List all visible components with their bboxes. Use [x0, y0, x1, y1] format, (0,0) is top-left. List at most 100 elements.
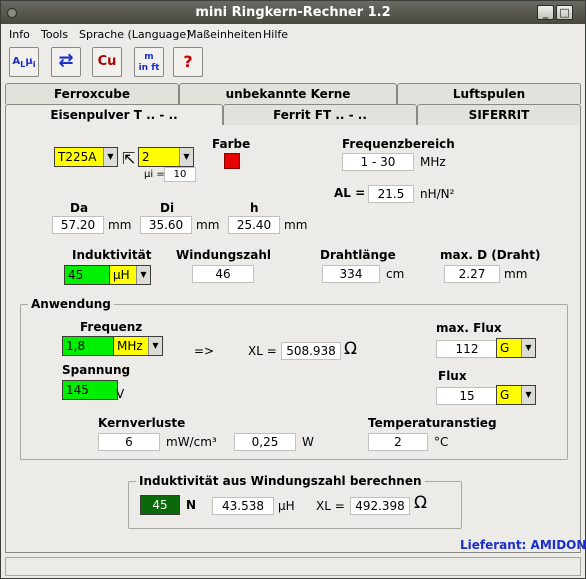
toolbar: ALμi ⇄ Cu m in ft ? [1, 45, 585, 79]
maximize-icon[interactable]: □ [556, 5, 573, 20]
status-bar [5, 557, 581, 576]
menu-hilfe[interactable]: Hilfe [263, 28, 288, 41]
tab-luftspulen[interactable]: Luftspulen [397, 83, 581, 104]
h-label: h [250, 201, 259, 215]
maxflux-unit: G [500, 341, 510, 355]
al-label: AL = [334, 186, 366, 200]
flux-value: 15 [436, 387, 498, 405]
help-icon: ? [183, 52, 193, 71]
copper-wire-button[interactable]: Cu [92, 47, 122, 77]
windungszahl-label: Windungszahl [176, 248, 272, 262]
maxflux-label: max. Flux [436, 321, 502, 335]
spannung-unit: V [116, 387, 125, 401]
material-value: 2 [142, 150, 150, 164]
tab-eisenpulver[interactable]: Eisenpulver T .. - .. [5, 104, 223, 125]
berechnen-l-value: 43.538 [212, 497, 274, 515]
window-title: mini Ringkern-Rechner 1.2 [195, 5, 391, 20]
menu-sprache[interactable]: Sprache (Language) [79, 28, 190, 41]
spannung-label: Spannung [62, 363, 131, 377]
color-swatch [224, 153, 240, 169]
ohm-symbol: Ω [344, 339, 357, 359]
watt-unit: W [302, 435, 314, 449]
berechnen-xl-label: XL = [316, 499, 345, 513]
maxd-label: max. D (Draht) [440, 248, 541, 262]
arrow-text: => [194, 344, 215, 358]
mu-label: µi = [144, 169, 165, 180]
minimize-icon[interactable]: _ [537, 5, 554, 20]
berechnen-l-unit: µH [278, 499, 295, 513]
menu-info[interactable]: Info [9, 28, 30, 41]
spannung-input[interactable]: 145 [62, 380, 118, 400]
frequenz-unit-select[interactable]: MHz ▼ [113, 336, 163, 356]
al-value: 21.5 [368, 185, 414, 203]
material-select[interactable]: 2 ▼ [138, 147, 194, 167]
di-value: 35.60 [140, 216, 192, 234]
induktivitaet-unit: µH [113, 268, 130, 282]
di-unit: mm [196, 218, 220, 232]
da-label: Da [70, 201, 89, 215]
tab-unbekannte-kerne[interactable]: unbekannte Kerne [179, 83, 397, 104]
freq-range-label: Frequenzbereich [342, 137, 455, 151]
tab-row-2: Eisenpulver T .. - .. Ferrit FT .. - .. … [5, 104, 581, 125]
da-value: 57.20 [52, 216, 104, 234]
maxflux-unit-select[interactable]: G ▼ [496, 338, 536, 358]
chevron-down-icon[interactable]: ▼ [136, 266, 150, 284]
drahtlaenge-unit: cm [386, 267, 405, 281]
tab-row-1: Ferroxcube unbekannte Kerne Luftspulen [5, 83, 581, 104]
core-switch-icon: ⇄ [58, 50, 74, 71]
help-button[interactable]: ? [173, 47, 203, 77]
tab-siferrit[interactable]: SIFERRIT [417, 104, 581, 125]
di-label: Di [160, 201, 175, 215]
induktivitaet-unit-select[interactable]: µH ▼ [109, 265, 151, 285]
core-switch-button[interactable]: ⇄ [51, 47, 81, 77]
n-unit: N [186, 498, 197, 512]
temp-unit: °C [434, 435, 449, 449]
berechnen-title: Induktivität aus Windungszahl berechnen [136, 474, 425, 488]
flux-unit-select[interactable]: G ▼ [496, 385, 536, 405]
chevron-down-icon[interactable]: ▼ [179, 148, 193, 166]
chevron-down-icon[interactable]: ▼ [521, 339, 535, 357]
tab-panel: T225A ▼ ⇱ 2 ▼ µi = 10 Farbe Frequenzbere… [5, 125, 586, 553]
xl-label: XL = [248, 344, 277, 358]
drahtlaenge-label: Drahtlänge [320, 248, 396, 262]
core-type-select[interactable]: T225A ▼ [54, 147, 118, 167]
kernverluste-label: Kernverluste [98, 416, 186, 430]
windungszahl-value: 46 [192, 265, 254, 283]
temp-value: 2 [368, 433, 428, 451]
tab-ferroxcube[interactable]: Ferroxcube [5, 83, 179, 104]
maxflux-value: 112 [436, 340, 498, 358]
freq-range-unit: MHz [420, 155, 446, 169]
window-menu-icon[interactable] [7, 8, 17, 18]
flux-label: Flux [438, 369, 467, 383]
maxd-unit: mm [504, 267, 528, 281]
tab-ferrit[interactable]: Ferrit FT .. - .. [223, 104, 417, 125]
chevron-down-icon[interactable]: ▼ [103, 148, 117, 166]
h-value: 25.40 [228, 216, 280, 234]
chevron-down-icon[interactable]: ▼ [148, 337, 162, 355]
app-window: mini Ringkern-Rechner 1.2 _ □ × Info Too… [0, 0, 586, 579]
mu-value: 10 [164, 167, 196, 182]
chevron-down-icon[interactable]: ▼ [521, 386, 535, 404]
watt-value: 0,25 [234, 433, 296, 451]
induktivitaet-label: Induktivität [72, 248, 152, 262]
inductance-calc-button[interactable]: ALμi [9, 47, 39, 77]
kernverluste-unit: mW/cm³ [166, 435, 217, 449]
core-type-value: T225A [58, 150, 97, 164]
frequenz-input[interactable]: 1,8 [62, 336, 114, 356]
title-bar: mini Ringkern-Rechner 1.2 _ □ × [1, 1, 585, 24]
menu-tools[interactable]: Tools [41, 28, 68, 41]
berechnen-xl-value: 492.398 [350, 497, 410, 515]
h-unit: mm [284, 218, 308, 232]
menu-masseinheiten[interactable]: Maßeinheiten [187, 28, 262, 41]
freq-range-value: 1 - 30 [342, 153, 414, 171]
unit-convert-button[interactable]: m in ft [134, 47, 164, 77]
inductance-calc-icon: ALμi [12, 56, 36, 69]
xl-value: 508.938 [281, 342, 341, 360]
induktivitaet-input[interactable]: 45 [64, 265, 110, 285]
menu-bar: Info Tools Sprache (Language) Maßeinheit… [1, 24, 585, 45]
flux-unit: G [500, 388, 510, 402]
lieferant-label: Lieferant: AMIDON [460, 538, 586, 552]
windungszahl-input[interactable]: 45 [140, 495, 180, 515]
maxd-value: 2.27 [444, 265, 500, 283]
kernverluste-value: 6 [98, 433, 160, 451]
